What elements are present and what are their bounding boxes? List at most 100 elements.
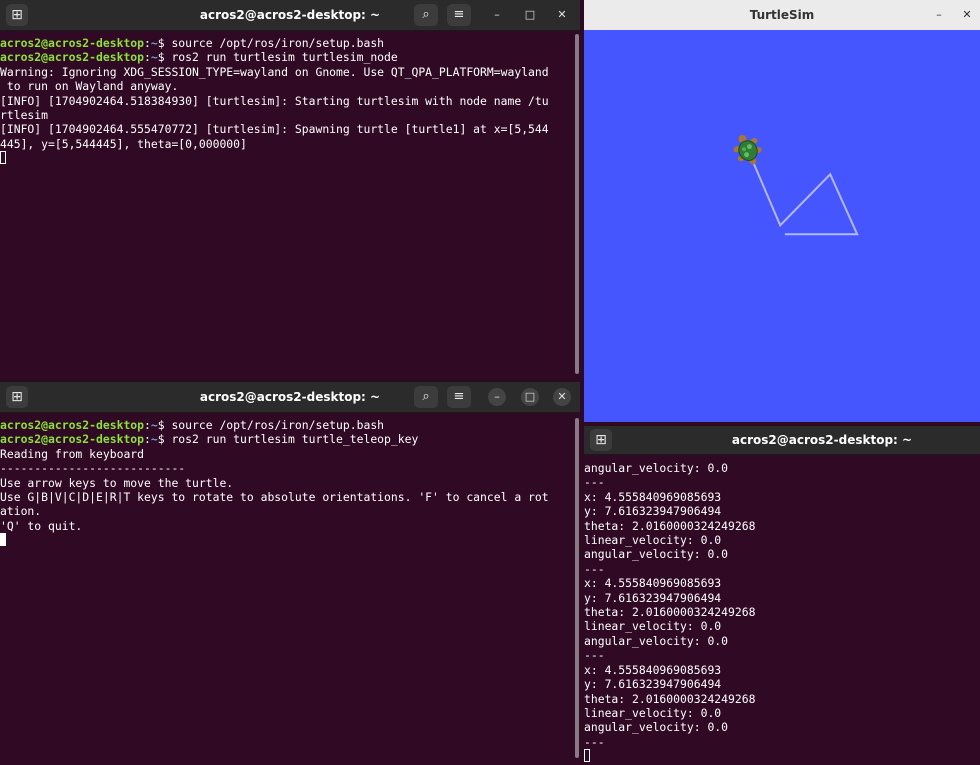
output-text: x: 4.555840969085693 (584, 576, 722, 591)
terminal-line: acros2@acros2-desktop:~$ ros2 run turtle… (0, 50, 580, 64)
output-text: theta: 2.0160000324249268 (584, 518, 756, 533)
terminal-line: x: 4.555840969085693 (584, 576, 980, 590)
terminal-line: [INFO] [1704902464.555470772] [turtlesim… (0, 122, 580, 136)
terminal-line: rtlesim (0, 108, 580, 122)
output-text: --- (584, 734, 605, 749)
output-text: y: 7.616323947906494 (584, 504, 722, 519)
minimize-icon[interactable]: – (930, 6, 948, 24)
command-text: $ ros2 run turtlesim turtlesim_node (157, 50, 398, 65)
close-icon[interactable]: ✕ (553, 388, 571, 406)
prompt-separator: : (144, 50, 151, 65)
terminal-line: acros2@acros2-desktop:~$ ros2 run turtle… (0, 432, 580, 446)
terminal-line: --------------------------- (0, 461, 580, 475)
minimize-icon[interactable]: – (488, 6, 506, 24)
menu-icon[interactable]: ≡ (447, 4, 471, 26)
terminal-line: --- (584, 735, 980, 749)
prompt-separator: : (144, 432, 151, 447)
turtlesim-canvas (584, 30, 980, 422)
output-text: Use G|B|V|C|D|E|R|T keys to rotate to ab… (0, 490, 549, 505)
output-text: --- (584, 648, 605, 663)
output-text: angular_velocity: 0.0 (584, 720, 729, 735)
command-text: $ ros2 run turtlesim turtle_teleop_key (157, 432, 419, 447)
maximize-icon[interactable]: □ (521, 6, 539, 24)
terminal-window-pose-echo[interactable]: ⊞ acros2@acros2-desktop: ~ angular_veloc… (584, 426, 980, 765)
search-icon[interactable]: ⌕ (414, 386, 438, 408)
terminal-window-teleop-key[interactable]: ⊞ acros2@acros2-desktop: ~ ⌕ ≡ – □ ✕ acr… (0, 382, 580, 765)
terminal-output[interactable]: acros2@acros2-desktop:~$ source /opt/ros… (0, 36, 580, 378)
terminal-line: to run on Wayland anyway. (0, 79, 580, 93)
terminal-line: acros2@acros2-desktop:~$ source /opt/ros… (0, 418, 580, 432)
turtlesim-window[interactable]: TurtleSim – ✕ (584, 0, 980, 422)
prompt-user-host: acros2@acros2-desktop (0, 418, 145, 432)
menu-icon[interactable]: ≡ (447, 386, 471, 408)
prompt-user-host: acros2@acros2-desktop (0, 50, 145, 65)
terminal-line: y: 7.616323947906494 (584, 677, 980, 691)
terminal-output[interactable]: angular_velocity: 0.0 --- x: 4.55584096908… (584, 461, 980, 765)
prompt-separator: : (144, 36, 151, 50)
terminal-line (0, 533, 580, 547)
window-title: TurtleSim (749, 8, 815, 22)
terminal-line: --- (584, 562, 980, 576)
terminal-cursor (0, 533, 6, 547)
terminal-line: theta: 2.0160000324249268 (584, 605, 980, 619)
prompt-path: ~ (150, 418, 158, 432)
terminal-line: --- (584, 475, 980, 489)
maximize-icon[interactable]: □ (521, 388, 539, 406)
output-text: y: 7.616323947906494 (584, 590, 722, 605)
output-text: to run on Wayland anyway. (0, 79, 179, 94)
command-text: $ source /opt/ros/iron/setup.bash (157, 418, 385, 432)
terminal-headerbar: ⊞ acros2@acros2-desktop: ~ (584, 426, 980, 455)
terminal-headerbar: ⊞ acros2@acros2-desktop: ~ ⌕ ≡ – □ ✕ (0, 382, 580, 413)
output-text: --------------------------- (0, 461, 186, 476)
output-text: y: 7.616323947906494 (584, 677, 722, 692)
terminal-line: --- (584, 648, 980, 662)
close-icon[interactable]: ✕ (553, 6, 571, 24)
output-text: Use arrow keys to move the turtle. (0, 475, 234, 490)
prompt-user-host: acros2@acros2-desktop (0, 432, 145, 447)
terminal-line: Warning: Ignoring XDG_SESSION_TYPE=wayla… (0, 65, 580, 79)
terminal-line: ation. (0, 504, 580, 518)
output-text: 445], y=[5,544445], theta=[0,000000] (0, 136, 247, 151)
terminal-output[interactable]: acros2@acros2-desktop:~$ source /opt/ros… (0, 418, 580, 765)
output-text: --- (584, 475, 605, 490)
terminal-scrollbar[interactable] (575, 418, 579, 758)
output-text: rtlesim (0, 108, 49, 123)
output-text: linear_velocity: 0.0 (584, 533, 722, 548)
output-text: [INFO] [1704902464.555470772] [turtlesim… (0, 122, 549, 137)
search-icon[interactable]: ⌕ (414, 4, 438, 26)
prompt-user-host: acros2@acros2-desktop (0, 36, 145, 50)
terminal-scrollbar[interactable] (575, 34, 579, 374)
new-tab-icon[interactable]: ⊞ (590, 429, 612, 451)
terminal-line: Use G|B|V|C|D|E|R|T keys to rotate to ab… (0, 490, 580, 504)
terminal-headerbar: ⊞ acros2@acros2-desktop: ~ ⌕ ≡ – □ ✕ (0, 0, 580, 31)
terminal-line (0, 151, 580, 165)
output-text: ation. (0, 504, 42, 519)
output-text: angular_velocity: 0.0 (584, 547, 729, 562)
terminal-line: Use arrow keys to move the turtle. (0, 476, 580, 490)
terminal-cursor (0, 151, 6, 165)
close-icon[interactable]: ✕ (958, 6, 976, 24)
output-text: --- (584, 561, 605, 576)
terminal-line: [INFO] [1704902464.518384930] [turtlesim… (0, 94, 580, 108)
output-text: Warning: Ignoring XDG_SESSION_TYPE=wayla… (0, 64, 549, 79)
output-text: [INFO] [1704902464.518384930] [turtlesim… (0, 93, 549, 108)
prompt-path: ~ (150, 432, 158, 447)
terminal-line: 'Q' to quit. (0, 519, 580, 533)
output-text: angular_velocity: 0.0 (584, 633, 729, 648)
terminal-line: Reading from keyboard (0, 447, 580, 461)
output-text: x: 4.555840969085693 (584, 489, 722, 504)
output-text: angular_velocity: 0.0 (584, 461, 729, 475)
window-title: acros2@acros2-desktop: ~ (731, 433, 913, 447)
terminal-line: theta: 2.0160000324249268 (584, 519, 980, 533)
output-text: theta: 2.0160000324249268 (584, 691, 756, 706)
turtlesim-titlebar: TurtleSim – ✕ (584, 0, 980, 31)
sim-background (584, 30, 980, 422)
minimize-icon[interactable]: – (488, 388, 506, 406)
terminal-line: y: 7.616323947906494 (584, 591, 980, 605)
terminal-window-turtlesim-node[interactable]: ⊞ acros2@acros2-desktop: ~ ⌕ ≡ – □ ✕ acr… (0, 0, 580, 378)
terminal-line: 445], y=[5,544445], theta=[0,000000] (0, 137, 580, 151)
output-text: linear_velocity: 0.0 (584, 619, 722, 634)
output-text: Reading from keyboard (0, 446, 145, 461)
terminal-line (584, 749, 980, 763)
terminal-line: angular_velocity: 0.0 (584, 547, 980, 561)
